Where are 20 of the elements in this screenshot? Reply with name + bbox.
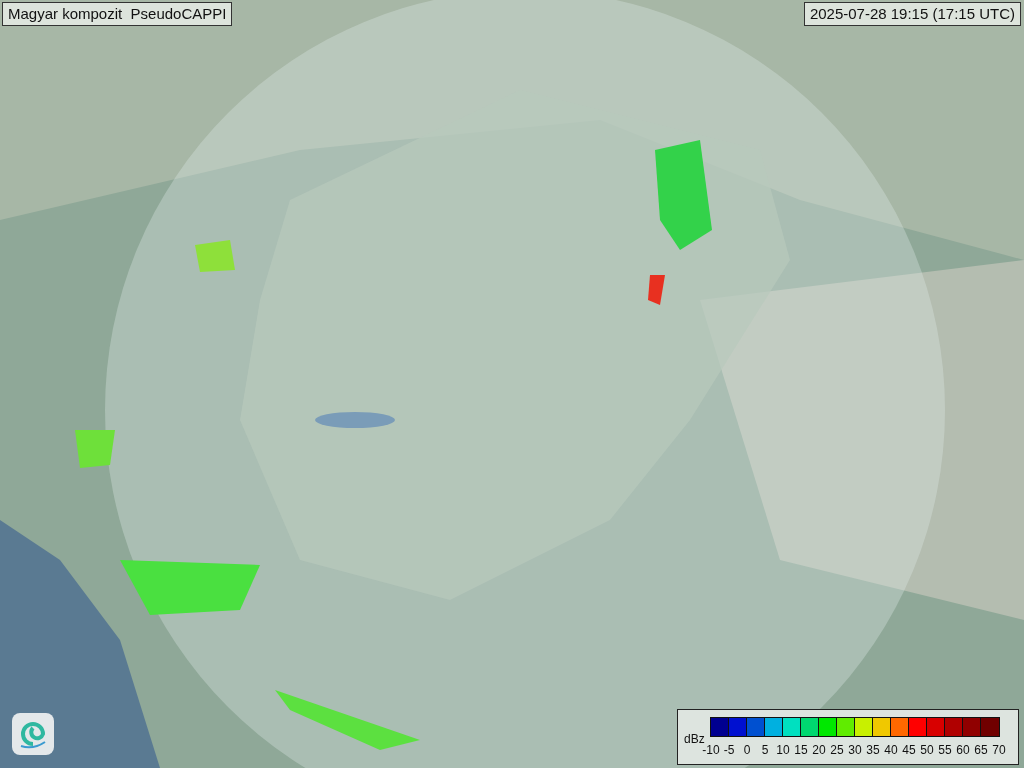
legend-tick-label: 40 <box>884 743 898 757</box>
legend-tick-label: 30 <box>848 743 862 757</box>
legend-tick-label: 10 <box>776 743 790 757</box>
legend-tick-label: 20 <box>812 743 826 757</box>
legend-tick-label: -5 <box>723 743 735 757</box>
legend-tick-label: 65 <box>974 743 988 757</box>
legend-tick-label: 55 <box>938 743 952 757</box>
legend-tick-label: 45 <box>902 743 916 757</box>
legend-tick-label: 70 <box>992 743 1006 757</box>
legend-tick-label: 35 <box>866 743 880 757</box>
legend-tick-label: 25 <box>830 743 844 757</box>
map-title: Magyar kompozit PseudoCAPPI <box>2 2 233 26</box>
legend-unit: dBz <box>684 731 705 746</box>
legend-tick-label: 60 <box>956 743 970 757</box>
legend-tick-label: -10 <box>702 743 720 757</box>
legend-tick-label: 5 <box>761 743 769 757</box>
legend-tick-label: 15 <box>794 743 808 757</box>
legend-tick-label: 0 <box>743 743 751 757</box>
timestamp: 2025-07-28 19:15 (17:15 UTC) <box>803 2 1021 26</box>
legend-tick-label: 50 <box>920 743 934 757</box>
